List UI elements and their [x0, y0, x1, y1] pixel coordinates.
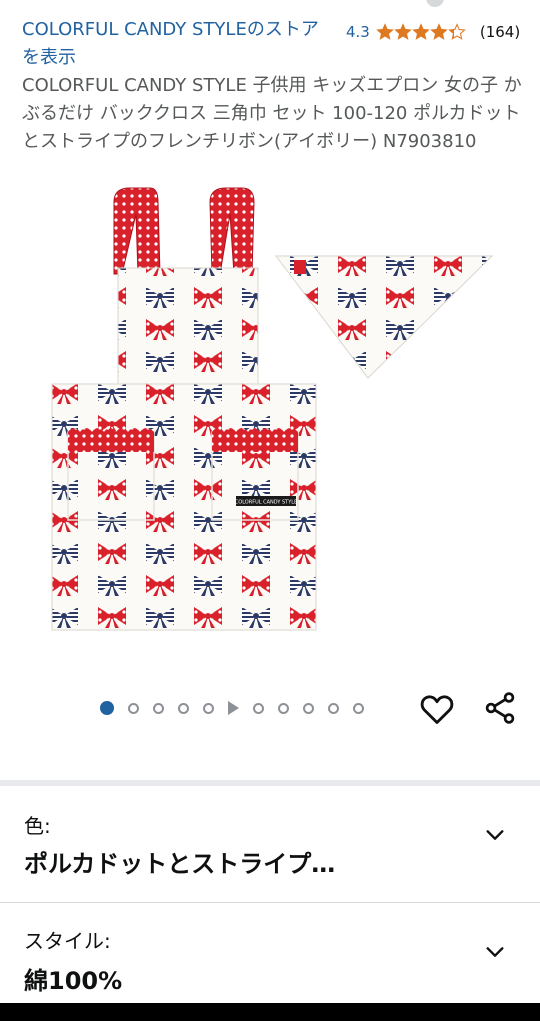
style-label: スタイル:: [24, 929, 111, 953]
carousel-dot[interactable]: [303, 702, 314, 714]
style-value: 綿100%: [24, 967, 123, 995]
star-rating: [376, 23, 466, 41]
rating-summary[interactable]: 4.3 (164): [346, 20, 520, 44]
carousel-dot[interactable]: [353, 702, 364, 714]
heart-icon[interactable]: [418, 690, 456, 728]
chevron-down-icon[interactable]: [484, 824, 506, 846]
chevron-down-icon[interactable]: [484, 941, 506, 963]
color-selector[interactable]: 色: ポルカドットとストライプ…: [0, 786, 540, 902]
color-value: ポルカドットとストライプ…: [24, 850, 336, 878]
carousel-dot[interactable]: [253, 702, 264, 714]
star-icon: [394, 23, 412, 40]
style-selector[interactable]: スタイル: 綿100%: [0, 903, 540, 1003]
star-icon: [448, 23, 466, 40]
system-nav-bar: [0, 1003, 540, 1021]
star-icon: [376, 23, 394, 40]
carousel-dot[interactable]: [100, 701, 114, 715]
carousel-dot[interactable]: [128, 702, 139, 714]
play-icon[interactable]: [228, 701, 239, 715]
carousel-dot[interactable]: [153, 702, 164, 714]
product-title: COLORFUL CANDY STYLE 子供用 キッズエプロン 女の子 かぶる…: [22, 75, 522, 152]
carousel-dot[interactable]: [328, 702, 339, 714]
brand-label: COLORFUL CANDY STYLE: [235, 500, 297, 506]
review-count[interactable]: (164): [480, 23, 520, 41]
color-label: 色:: [24, 814, 51, 838]
carousel-dot[interactable]: [278, 702, 289, 714]
star-icon: [412, 23, 430, 40]
image-carousel-dots[interactable]: [100, 696, 364, 720]
store-link[interactable]: COLORFUL CANDY STYLEのストアを表示: [22, 16, 322, 72]
product-image[interactable]: COLORFUL CANDY STYLE: [40, 184, 500, 654]
carousel-dot[interactable]: [203, 702, 214, 714]
carousel-dot[interactable]: [178, 702, 189, 714]
rating-value: 4.3: [346, 23, 370, 41]
top-cut-row: [420, 0, 444, 7]
share-icon[interactable]: [482, 690, 518, 726]
star-icon: [430, 23, 448, 40]
info-icon: [426, 0, 444, 7]
